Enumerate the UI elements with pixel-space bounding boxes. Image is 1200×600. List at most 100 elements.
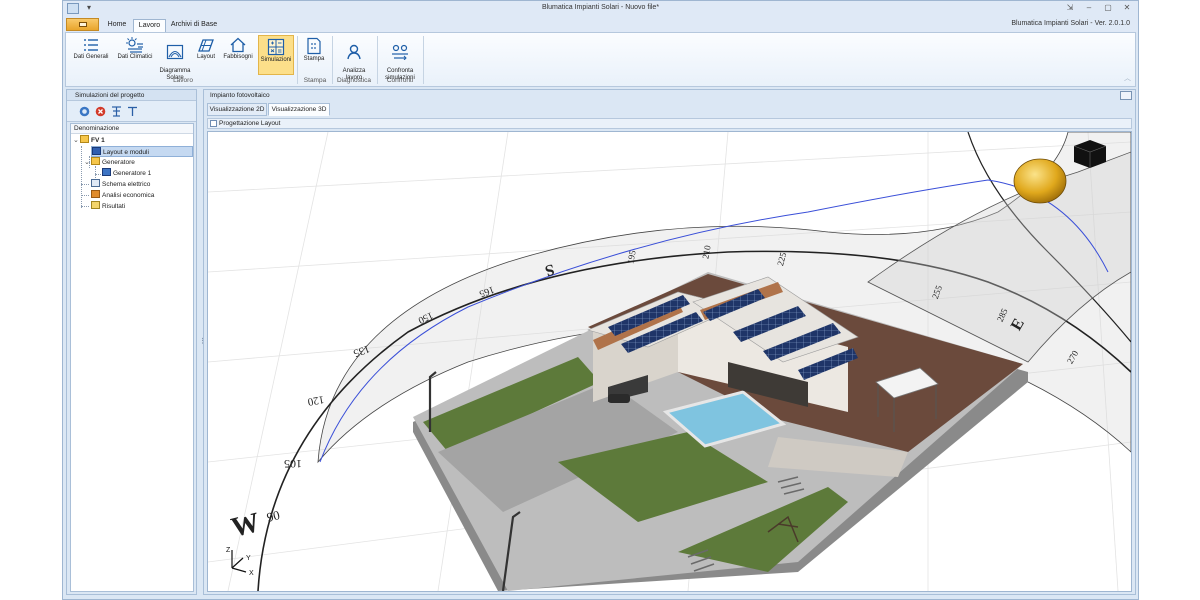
analizza-lavoro-button[interactable]: Analizza lavoro	[336, 35, 372, 81]
layout-icon	[210, 120, 217, 127]
generator-icon	[102, 168, 111, 176]
window-controls: ⇲ – ▢ ✕	[1065, 3, 1132, 12]
solar-panel-icon	[92, 147, 101, 155]
ribbon-tabs: Home Lavoro Archivi di Base Blumatica Im…	[63, 17, 1138, 32]
compare-users-icon	[392, 44, 408, 60]
layout-design-header: Progettazione Layout	[207, 118, 1132, 129]
layout-label: Layout	[196, 54, 215, 60]
layout-panel-icon	[198, 39, 214, 52]
electrical-schema-icon	[91, 179, 100, 187]
subheader-label: Progettazione Layout	[219, 120, 281, 127]
dati-generali-button[interactable]: Dati Generali	[71, 35, 111, 75]
folder-icon	[80, 135, 89, 143]
stampa-button[interactable]: Stampa	[301, 35, 327, 75]
simulazioni-button[interactable]: Simulazioni	[258, 35, 294, 75]
ribbon-group-separator	[377, 36, 378, 84]
tree-item-schema-elettrico[interactable]: Schema elettrico	[91, 179, 150, 190]
folder-icon	[91, 157, 100, 165]
close-button[interactable]: ✕	[1122, 3, 1132, 12]
ribbon-group-confronti: Confronti	[386, 77, 414, 84]
delete-icon[interactable]	[95, 106, 106, 117]
tree-item-layout-moduli[interactable]: Layout e moduli	[91, 146, 193, 157]
maximize-button[interactable]: ▢	[1103, 3, 1113, 12]
axis-triad-icon	[231, 550, 247, 573]
tree-item-label: Schema elettrico	[102, 181, 151, 188]
tab-visualizzazione-2d[interactable]: Visualizzazione 2D	[207, 103, 267, 116]
ribbon: Dati Generali Dati Climatici Diagramma S…	[65, 32, 1136, 87]
list-icon	[84, 39, 98, 51]
tree-item-generatore-1[interactable]: Generatore 1	[102, 168, 151, 179]
tab-lavoro[interactable]: Lavoro	[133, 19, 166, 32]
tree-expand-toggle[interactable]: ⌄	[73, 135, 79, 146]
panel-toolbar	[67, 101, 196, 122]
collapse-all-icon[interactable]	[127, 106, 138, 117]
compass-angle-label: 105	[284, 457, 302, 471]
compass-angle-label: 90	[265, 507, 281, 525]
tree-guide-line	[81, 195, 89, 196]
tab-archivi-di-base[interactable]: Archivi di Base	[169, 19, 219, 32]
tree-item-analisi-economica[interactable]: Analisi economica	[91, 190, 154, 201]
simulazioni-label: Simulazioni	[260, 57, 292, 63]
minimize-button[interactable]: –	[1084, 3, 1094, 12]
tree-item-label: FV 1	[91, 137, 105, 144]
tab-home[interactable]: Home	[103, 19, 131, 32]
results-icon	[91, 201, 100, 209]
tree-column-header: Denominazione	[71, 124, 193, 134]
dati-generali-label: Dati Generali	[73, 54, 109, 60]
confronta-simulazioni-button[interactable]: Confronta simulazioni	[380, 35, 420, 81]
panel-dock-icon[interactable]	[1120, 91, 1132, 100]
tree-item-label: Layout e moduli	[103, 149, 149, 156]
tree-item-label: Generatore	[102, 159, 135, 166]
fabbisogni-label: Fabbisogni	[223, 54, 253, 60]
layout-button[interactable]: Layout	[194, 35, 218, 75]
3d-scene[interactable]: W 90 105 120 135 150 165 S 195 210 225 2…	[208, 132, 1131, 591]
tree-guide-line	[81, 206, 89, 207]
restore-layout-icon[interactable]: ⇲	[1065, 3, 1075, 12]
sun-icon[interactable]	[1013, 158, 1067, 204]
file-menu-button[interactable]	[66, 18, 99, 31]
ribbon-group-separator	[423, 36, 424, 84]
solar-diagram-icon	[166, 44, 184, 60]
panel-title: Simulazioni del progetto	[67, 90, 196, 101]
axis-z-label: Z	[226, 547, 231, 554]
tree-item-generatore[interactable]: Generatore	[91, 157, 135, 168]
axis-y-label: Y	[246, 555, 251, 562]
dati-climatici-label: Dati Climatici	[117, 54, 153, 60]
economic-chart-icon	[91, 190, 100, 198]
window-title: Blumatica Impianti Solari - Nuovo file*	[541, 4, 660, 11]
tree-guide-line	[95, 174, 101, 175]
tree-item-risultati[interactable]: Risultati	[91, 201, 125, 212]
file-menu-icon	[79, 22, 87, 27]
tree-expand-toggle[interactable]: ⌄	[84, 157, 90, 168]
panel-title: Impianto fotovoltaico	[210, 92, 270, 99]
axis-x-label: X	[249, 570, 254, 577]
user-search-icon	[347, 44, 361, 60]
add-icon[interactable]	[79, 106, 90, 117]
tree-guide-line	[81, 184, 89, 185]
project-simulations-panel: Simulazioni del progetto Denominazione ⌄…	[66, 89, 197, 595]
fabbisogni-button[interactable]: Fabbisogni	[220, 35, 256, 75]
view-cube-icon[interactable]	[1073, 140, 1107, 168]
compass-w-label: W	[228, 507, 263, 544]
diagramma-solare-button[interactable]: Diagramma Solare	[158, 35, 192, 81]
3d-viewport[interactable]: W 90 105 120 135 150 165 S 195 210 225 2…	[207, 131, 1132, 592]
print-document-icon	[307, 37, 321, 55]
tab-visualizzazione-3d[interactable]: Visualizzazione 3D	[268, 103, 330, 116]
ribbon-collapse-icon[interactable]: ︿	[1124, 73, 1131, 83]
tree-guide-line	[81, 146, 82, 208]
title-bar: ▾ Blumatica Impianti Solari - Nuovo file…	[63, 1, 1138, 17]
stampa-label: Stampa	[303, 56, 325, 62]
version-label: Blumatica Impianti Solari - Ver. 2.0.1.0	[1011, 20, 1130, 27]
ribbon-group-separator	[297, 36, 298, 84]
dati-climatici-button[interactable]: Dati Climatici	[114, 35, 156, 75]
parked-car	[608, 394, 630, 403]
ribbon-group-stampa: Stampa	[303, 77, 327, 84]
tree-item-label: Risultati	[102, 203, 126, 210]
compass-angle-label: 120	[306, 393, 325, 408]
photovoltaic-system-panel: Impianto fotovoltaico Visualizzazione 2D…	[203, 89, 1136, 595]
sun-weather-icon	[126, 37, 143, 53]
expand-all-icon[interactable]	[111, 106, 122, 117]
simulations-tree: Denominazione ⌄ FV 1 Layout e moduli ⌄ G…	[70, 123, 194, 592]
tree-item-label: Generatore 1	[113, 170, 152, 177]
tree-item-fv1[interactable]: FV 1	[80, 135, 105, 146]
